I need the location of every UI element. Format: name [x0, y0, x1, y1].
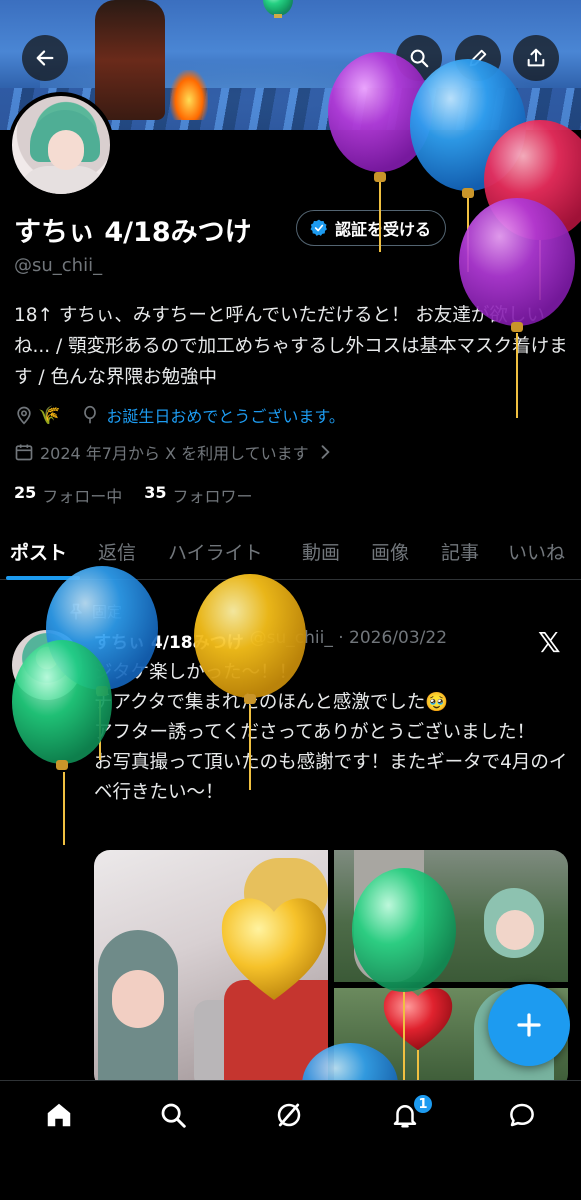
notifications-badge: 1	[412, 1093, 434, 1115]
joined-text: 2024 年7月から X を利用しています	[40, 444, 309, 463]
active-tab-indicator	[6, 576, 80, 580]
joined-row[interactable]: 2024 年7月から X を利用しています	[14, 440, 335, 464]
followers-count[interactable]: 35	[144, 483, 166, 507]
back-arrow-icon	[36, 50, 54, 66]
share-icon	[527, 48, 545, 67]
following-count[interactable]: 25	[14, 483, 36, 507]
tab-highlights[interactable]: ハイライト	[168, 538, 263, 565]
location-text: 🌾	[38, 404, 61, 426]
search-icon	[410, 49, 429, 68]
chevron-right-icon	[321, 445, 330, 459]
search-icon	[161, 1103, 186, 1128]
birthday-text[interactable]: お誕生日おめでとうございます。	[106, 403, 344, 427]
post-avatar[interactable]	[12, 630, 82, 700]
profile-tabs: ポスト 返信 ハイライト 動画 画像 記事 いいね	[0, 530, 581, 580]
x-logo-icon: 𝕏	[538, 626, 561, 659]
tab-replies[interactable]: 返信	[98, 538, 136, 565]
post-author-name[interactable]: すちぃ 4/18みつけ	[94, 628, 244, 653]
plus-icon	[517, 1013, 541, 1037]
follow-counts: 25 フォロー中 35 フォロワー	[14, 483, 253, 507]
profile-avatar[interactable]	[8, 92, 114, 198]
pinned-label: 固定	[92, 603, 123, 621]
home-icon	[47, 1103, 71, 1127]
profile-handle: @su_chii_	[14, 255, 103, 276]
post-header: すちぃ 4/18みつけ @su_chii_ · 2026/03/22	[94, 628, 447, 653]
post-photo-2[interactable]	[334, 850, 568, 982]
balloon-red-1	[484, 120, 581, 300]
post-text: ジタケ楽しかった〜！！ チアクタで集まれたのほんと感激でした🥹 アフター誘ってく…	[94, 662, 568, 803]
compose-button[interactable]	[488, 984, 570, 1066]
calendar-icon	[15, 444, 33, 461]
nav-home[interactable]	[41, 1097, 77, 1133]
location-icon	[17, 406, 31, 425]
tab-videos[interactable]: 動画	[302, 538, 340, 565]
post-photo-1[interactable]	[94, 850, 328, 1090]
nav-messages[interactable]	[504, 1097, 540, 1133]
profile-meta-row: 🌾 お誕生日おめでとうございます。	[14, 403, 345, 427]
nav-explore[interactable]	[155, 1097, 191, 1133]
profile-name: すちぃ 4/18みつけ	[14, 217, 252, 248]
followers-label[interactable]: フォロワー	[173, 483, 253, 507]
get-verified-button[interactable]: 認証を受ける	[296, 210, 447, 246]
search-button[interactable]	[396, 35, 442, 81]
pin-icon	[70, 603, 82, 619]
messages-icon	[510, 1103, 534, 1127]
edit-button[interactable]	[455, 35, 501, 81]
post-media-grid[interactable]	[94, 850, 568, 1090]
grok-icon	[277, 1103, 301, 1127]
post-meta: @su_chii_ · 2026/03/22	[249, 628, 448, 648]
bottom-navigation: 1	[0, 1080, 581, 1200]
edit-icon	[469, 49, 487, 67]
following-label[interactable]: フォロー中	[42, 483, 122, 507]
balloon-icon	[84, 405, 97, 424]
tab-images[interactable]: 画像	[371, 538, 409, 565]
back-button[interactable]	[22, 35, 68, 81]
tab-articles[interactable]: 記事	[441, 538, 479, 565]
nav-grok[interactable]	[271, 1097, 307, 1133]
get-verified-label: 認証を受ける	[335, 220, 432, 239]
tab-posts[interactable]: ポスト	[10, 538, 67, 565]
verified-badge-icon	[310, 219, 327, 236]
tab-likes[interactable]: いいね	[508, 538, 565, 565]
share-button[interactable]	[513, 35, 559, 81]
profile-bio: 18↑ すちぃ、みすちーと呼んでいただけると！ お友達が欲しいね... / 顎変…	[14, 305, 568, 388]
pinned-indicator: 固定	[66, 601, 122, 622]
